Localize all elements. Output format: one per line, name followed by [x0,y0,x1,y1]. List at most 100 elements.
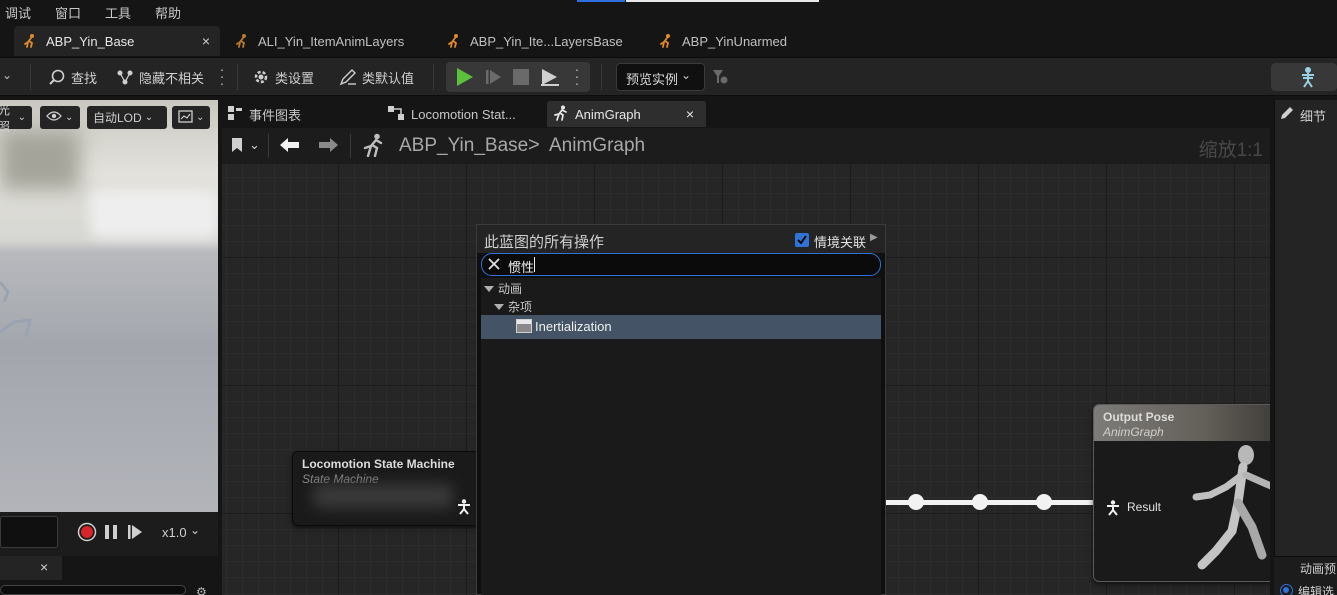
screen-icon [178,109,193,126]
view-mode-dropdown[interactable]: ⌄ [172,106,210,129]
edit-option-label: 编辑选 [1298,585,1335,595]
chevron-down-icon[interactable]: ⌄ [2,68,12,82]
node-title: Output Pose [1103,410,1175,424]
chevron-down-icon: ⌄ [144,112,154,123]
edit-defaults-icon [339,68,357,86]
result-label: Inertialization [535,319,612,334]
reroute-knot[interactable] [908,494,924,510]
preview-instance-label: 预览实例 [626,72,679,87]
context-checkbox[interactable] [795,233,809,247]
debug-filter-icon[interactable] [711,68,729,89]
breadcrumb-root[interactable]: ABP_Yin_Base [399,135,528,157]
category-animation[interactable]: 动画 [484,280,522,297]
lod-dropdown[interactable]: 自动LOD ⌄ [87,106,167,129]
class-defaults-button[interactable]: 类默认值 [339,64,414,90]
tab-animgraph[interactable]: AnimGraph × [547,101,706,127]
category-misc[interactable]: 杂项 [494,298,532,315]
asset-tab-abp-yin-unarmed[interactable]: ABP_YinUnarmed [650,26,856,56]
bookmark-icon[interactable] [231,138,243,155]
show-flags-dropdown[interactable]: ⌄ [40,106,80,129]
stop-icon[interactable] [513,69,529,88]
reroute-knot[interactable] [972,494,988,510]
bottom-panel-tab[interactable] [0,556,62,580]
find-button[interactable]: 查找 [48,64,97,90]
chevron-down-icon: ⌄ [196,112,205,123]
menu-tools[interactable]: 工具 [105,3,131,22]
mannequin-icon [1188,443,1282,581]
back-arrow-icon[interactable] [279,137,301,156]
toolbar-divider [350,134,351,158]
node-icon [516,319,532,333]
anim-blueprint-icon [22,33,38,49]
gear-icon[interactable]: ⚙ [196,585,207,595]
expand-triangle-icon [494,303,504,310]
context-sensitive-label[interactable]: 情境关联 [814,232,866,251]
asset-tab-label: ABP_YinUnarmed [682,33,788,49]
step-icon[interactable] [485,68,503,89]
tab-locomotion-state[interactable]: Locomotion Stat... [388,101,538,127]
viewport-mannequin-fragment [0,262,40,355]
anim-preview-title: 动画预 [1300,562,1337,576]
anim-layer-interface-icon [234,33,250,49]
breadcrumb-separator: > [528,134,540,156]
reroute-knot[interactable] [1036,494,1052,510]
clear-search-icon[interactable] [487,257,501,274]
step-forward-icon[interactable] [127,524,143,543]
more-options-icon[interactable]: · · · [574,62,580,90]
toolbar-divider [433,64,434,90]
toolbar-divider [30,64,31,90]
asset-tab-abp-yin-base[interactable]: ABP_Yin_Base × [14,26,220,56]
toolbar-divider [601,64,602,90]
menu-window[interactable]: 窗口 [55,3,81,22]
skeleton-icon [1298,66,1318,91]
toolbar-divider [268,134,269,158]
anim-graph-icon [362,133,386,160]
record-icon[interactable] [77,522,97,545]
text-caret [534,257,535,272]
close-icon[interactable]: × [202,33,210,49]
viewport-backdrop [0,130,80,190]
playback-speed[interactable]: x1.0 [162,525,187,540]
chevron-down-icon[interactable]: ⌄ [249,137,260,153]
asset-tab-abp-yin-item-layers[interactable]: ABP_Yin_Ite...LayersBase [438,26,644,56]
chevron-right-icon[interactable]: ▶ [870,232,878,243]
pause-icon[interactable] [103,524,119,543]
tab-event-graph[interactable]: 事件图表 [228,101,378,127]
expand-triangle-icon [484,285,494,292]
simulate-icon[interactable] [540,67,560,90]
radio-button[interactable] [1280,584,1293,595]
close-icon[interactable]: × [686,106,694,122]
timeline-field[interactable] [0,516,58,548]
state-machine-icon [388,105,404,123]
menu-debug[interactable]: 调试 [5,3,31,22]
zoom-level: 缩放1:1 [1198,140,1263,161]
details-panel [1274,100,1337,595]
output-pose-node[interactable]: Output Pose AnimGraph [1093,404,1283,582]
viewport-backdrop [90,190,218,238]
chevron-down-icon[interactable]: ⌄ [190,523,200,537]
search-field[interactable] [0,585,186,595]
action-menu-title: 此蓝图的所有操作 [484,234,605,251]
node-preview-blur [313,484,453,508]
more-options-icon[interactable]: · · · [219,62,225,90]
asset-tab-label: ABP_Yin_Ite...LayersBase [470,33,623,49]
running-figure-icon [553,105,569,124]
pose-pin-icon[interactable] [1106,500,1120,519]
action-search-input[interactable] [481,253,881,276]
title-strip-white [626,0,819,2]
close-icon[interactable]: × [40,559,48,575]
locomotion-state-machine-node[interactable]: Locomotion State Machine State Machine [292,451,482,526]
asset-tab-ali-yin[interactable]: ALI_Yin_ItemAnimLayers [226,26,432,56]
forward-arrow-icon[interactable] [317,137,339,156]
anim-blueprint-icon [658,33,674,49]
class-settings-button[interactable]: 类设置 [252,64,314,90]
node-subtitle: AnimGraph [1103,425,1164,439]
anim-blueprint-icon [446,33,462,49]
menu-help[interactable]: 帮助 [155,3,181,22]
pose-pin-icon[interactable] [457,499,471,518]
details-tab[interactable]: 细节 [1300,106,1326,125]
play-icon[interactable] [454,66,476,91]
hide-unrelated-button[interactable]: 隐藏不相关 [116,64,204,90]
lighting-dropdown[interactable]: 光照 ⌄ [0,103,32,134]
search-icon [48,68,66,86]
